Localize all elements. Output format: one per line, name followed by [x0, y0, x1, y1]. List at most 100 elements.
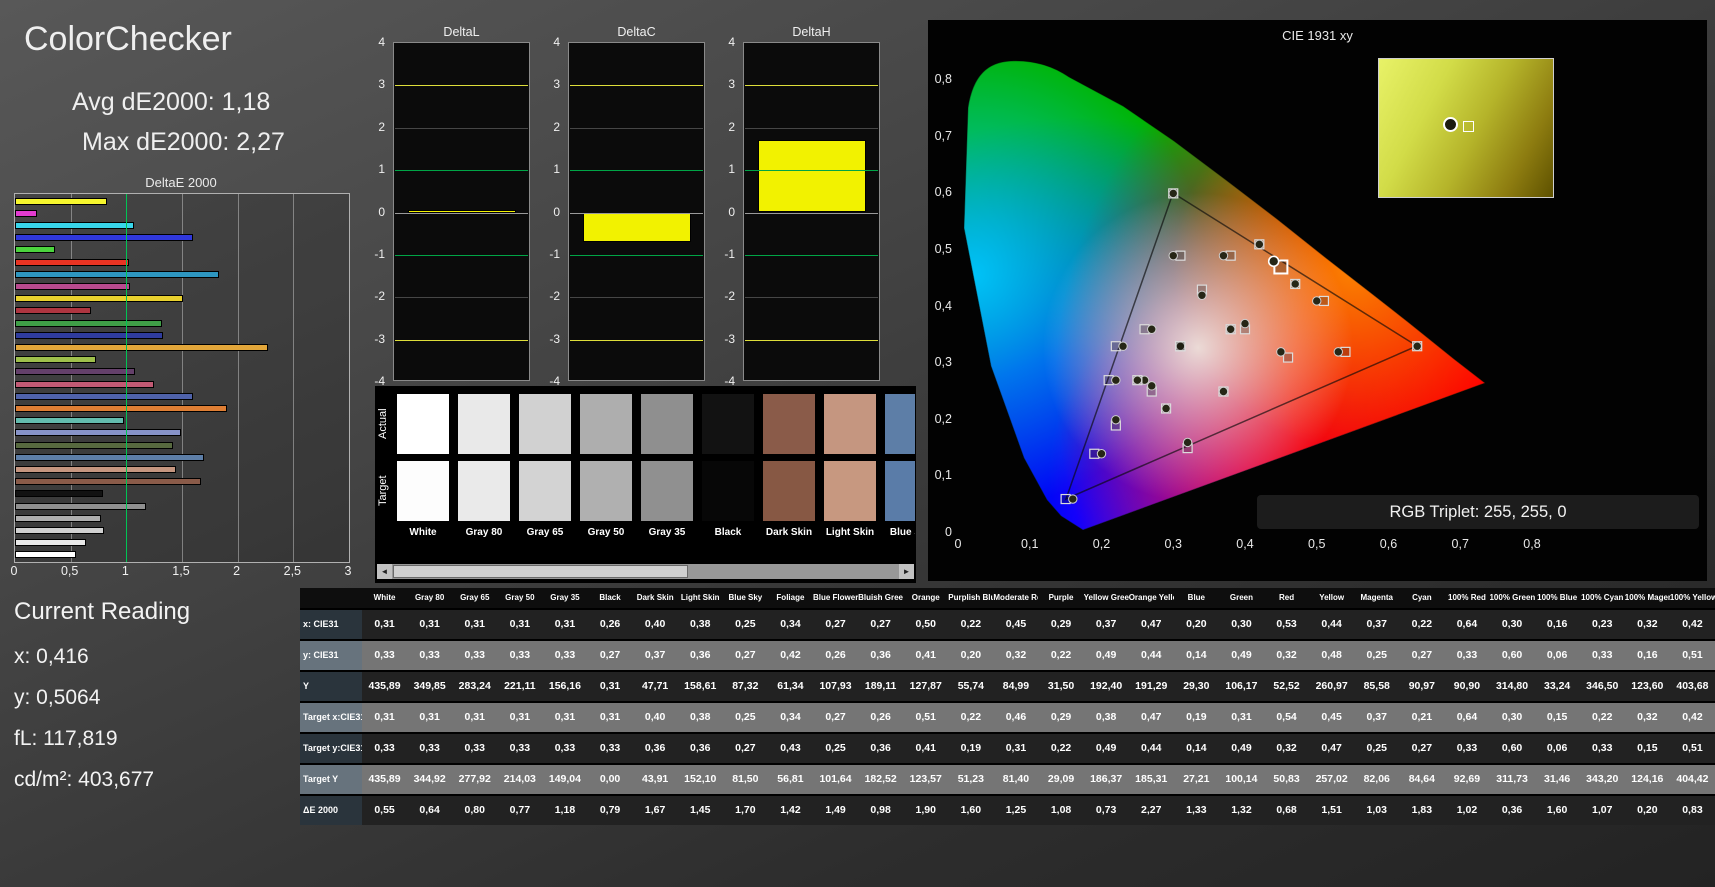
swatch-actual-gray-80[interactable] — [458, 394, 510, 454]
swatch-actual-gray-35[interactable] — [641, 394, 693, 454]
deltae-bar-magenta — [15, 283, 130, 291]
table-cell: 185,31 — [1128, 765, 1174, 794]
swatch-target-black[interactable] — [702, 461, 754, 521]
table-cell: 186,37 — [1083, 765, 1129, 794]
table-cell: 0,27 — [1399, 734, 1445, 763]
column-header-yellow: Yellow — [1309, 588, 1355, 608]
delta-gridline — [570, 254, 703, 256]
deltae-bar-row — [15, 280, 349, 292]
scrollbar-thumb[interactable] — [393, 565, 689, 578]
column-header-gray-50: Gray 50 — [497, 588, 543, 608]
app-window: ColorChecker Avg dE2000: 1,18 Max dE2000… — [0, 0, 1715, 887]
swatch-actual-blue-sky[interactable] — [885, 394, 915, 454]
deltah-bar — [757, 140, 866, 213]
deltal-y-axis: 4 3 2 1 0 -1 -2 -3 -4 — [366, 35, 388, 388]
deltae-bar-row — [15, 439, 349, 451]
swatch-actual-gray-50[interactable] — [580, 394, 632, 454]
deltae-bar-gray-80 — [15, 539, 87, 547]
table-cell: 0,14 — [1173, 641, 1219, 670]
table-cell: 0,36 — [858, 641, 904, 670]
measured-marker-100-red — [1412, 341, 1422, 351]
deltae-bar-row — [15, 268, 349, 280]
column-header-magenta: Magenta — [1354, 588, 1400, 608]
table-cell: 0,33 — [452, 734, 498, 763]
table-cell: 0,31 — [587, 672, 633, 701]
table-cell: 0,33 — [542, 641, 588, 670]
table-cell: 1,18 — [542, 796, 588, 825]
inset-target-marker — [1463, 121, 1474, 132]
swatch-target-blue-sky[interactable] — [885, 461, 915, 521]
swatch-target-gray-65[interactable] — [519, 461, 571, 521]
table-cell: 0,83 — [1669, 796, 1715, 825]
column-header-100-cyan: 100% Cyan — [1579, 588, 1625, 608]
scroll-left-arrow[interactable]: ◄ — [377, 564, 392, 579]
table-cell: 0,25 — [722, 610, 768, 639]
y-tick-label: 3 — [728, 77, 735, 92]
table-cell: 283,24 — [452, 672, 498, 701]
table-cell: 0,31 — [993, 734, 1039, 763]
swatch-target-white[interactable] — [397, 461, 449, 521]
cie-x-tick: 0,7 — [1451, 537, 1469, 551]
table-cell: 84,99 — [993, 672, 1039, 701]
row-label--e-2000: ΔE 2000 — [300, 796, 362, 825]
table-cell: 52,52 — [1263, 672, 1310, 701]
table-cell: 277,92 — [452, 765, 498, 794]
delta-gridline — [745, 297, 878, 299]
deltae-bar-row — [15, 354, 349, 366]
table-cell: 0,33 — [542, 734, 588, 763]
swatch-target-gray-50[interactable] — [580, 461, 632, 521]
column-header-gray-65: Gray 65 — [452, 588, 498, 608]
cie-x-tick: 0,3 — [1164, 537, 1182, 551]
swatch-actual-black[interactable] — [702, 394, 754, 454]
cie-y-tick: 0,2 — [934, 411, 952, 426]
swatch-target-gray-80[interactable] — [458, 461, 510, 521]
swatch-actual-gray-65[interactable] — [519, 394, 571, 454]
y-tick-label: -1 — [549, 246, 560, 261]
deltae-bar-row — [15, 512, 349, 524]
y-tick-label: 4 — [553, 35, 560, 49]
deltae-bar-gray-50 — [15, 514, 101, 522]
y-tick-label: -3 — [549, 331, 560, 346]
table-cell: 0,80 — [452, 796, 498, 825]
column-header-100-green: 100% Green — [1489, 588, 1535, 608]
table-cell: 1,70 — [722, 796, 768, 825]
table-cell: 0,60 — [1489, 734, 1535, 763]
deltae-bar-100-yellow — [15, 197, 108, 205]
table-cell: 1,03 — [1354, 796, 1400, 825]
swatch-target-gray-35[interactable] — [641, 461, 693, 521]
swatch-scrollbar[interactable]: ◄ ► — [377, 564, 914, 579]
cie-y-tick: 0,8 — [934, 72, 952, 87]
table-cell: 0,25 — [1354, 734, 1400, 763]
deltae-bar-row — [15, 476, 349, 488]
y-tick-label: 3 — [378, 77, 385, 92]
y-tick-label: 0 — [728, 204, 735, 219]
x-tick-label: 0 — [10, 564, 18, 578]
table-cell: 0,55 — [362, 796, 408, 825]
table-cell: 0,27 — [1399, 641, 1445, 670]
table-cell: 1,02 — [1444, 796, 1490, 825]
measured-marker-bluish-green — [1147, 324, 1157, 334]
swatch-actual-white[interactable] — [397, 394, 449, 454]
swatch-actual-light-skin[interactable] — [824, 394, 876, 454]
deltae-bar-row — [15, 427, 349, 439]
swatch-target-dark-skin[interactable] — [763, 461, 815, 521]
reading-x: x: 0,416 — [14, 645, 89, 668]
table-cell: 90,97 — [1399, 672, 1445, 701]
swatch-target-light-skin[interactable] — [824, 461, 876, 521]
table-cell: 0,31 — [1218, 703, 1264, 732]
y-tick-label: -2 — [374, 289, 385, 304]
deltae-bar-100-cyan — [15, 222, 135, 229]
swatch-actual-dark-skin[interactable] — [763, 394, 815, 454]
table-cell: 0,41 — [903, 641, 949, 670]
measured-marker-blue-sky — [1132, 375, 1143, 385]
delta-gridline — [570, 297, 703, 299]
table-cell: 214,03 — [497, 765, 543, 794]
measured-marker-light-skin — [1225, 324, 1236, 334]
deltae-xticks: 0 0,5 1 1,5 2 2,5 3 — [10, 564, 352, 580]
measured-marker-dark-skin — [1240, 318, 1250, 329]
table-cell: 1,60 — [948, 796, 994, 825]
y-tick-label: -1 — [374, 246, 385, 261]
table-cell: 0,29 — [1038, 610, 1084, 639]
scroll-right-arrow[interactable]: ► — [899, 564, 914, 579]
table-cell: 0,25 — [1354, 641, 1400, 670]
